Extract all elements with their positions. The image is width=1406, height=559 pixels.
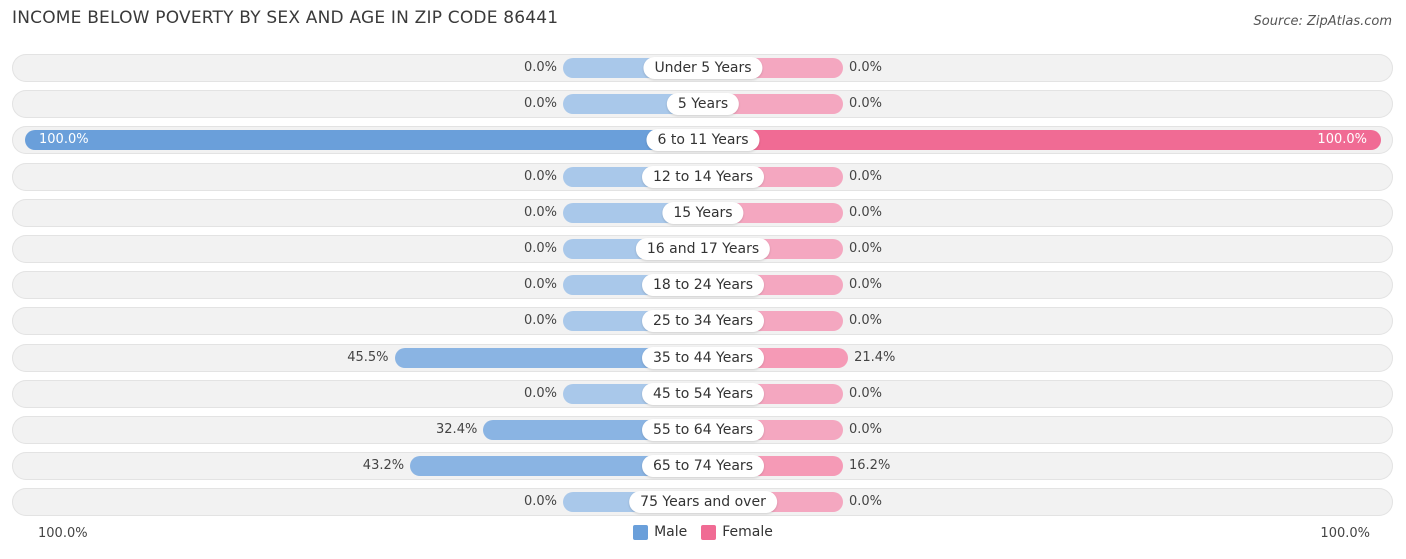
legend-item-male: Male [633, 524, 687, 540]
value-label-female: 0.0% [849, 494, 883, 510]
category-label: 25 to 34 Years [642, 310, 764, 333]
legend-label-male: Male [654, 524, 688, 540]
value-label-male: 0.0% [523, 277, 557, 293]
value-label-male: 0.0% [523, 241, 557, 256]
legend-swatch-female [701, 524, 717, 540]
value-label-male: 32.4% [436, 422, 478, 437]
value-label-male: 0.0% [523, 385, 557, 401]
category-label: 5 Years [666, 93, 740, 116]
value-label-female: 0.0% [849, 96, 883, 112]
value-label-male: 0.0% [523, 494, 557, 510]
value-label-male: 0.0% [523, 168, 557, 184]
legend-item-female: Female [701, 524, 773, 540]
category-label: Under 5 Years [643, 57, 763, 79]
bar-male [25, 130, 703, 151]
value-label-male: 0.0% [523, 313, 557, 329]
legend-label-female: Female [722, 524, 773, 540]
value-label-female: 0.0% [849, 277, 883, 293]
value-label-male: 0.0% [523, 204, 557, 220]
value-label-female: 0.0% [849, 241, 883, 256]
category-label: 75 Years and over [629, 491, 777, 514]
value-label-female: 0.0% [849, 168, 883, 184]
category-label: 55 to 64 Years [642, 419, 764, 441]
value-label-female: 0.0% [849, 313, 883, 329]
chart-title: INCOME BELOW POVERTY BY SEX AND AGE IN Z… [12, 8, 559, 28]
category-label: 65 to 74 Years [642, 455, 764, 478]
value-label-male: 0.0% [523, 60, 557, 75]
category-label: 15 Years [662, 201, 744, 224]
category-label: 45 to 54 Years [642, 382, 764, 405]
chart-root: INCOME BELOW POVERTY BY SEX AND AGE IN Z… [0, 0, 1406, 559]
value-label-female: 0.0% [849, 204, 883, 220]
value-label-male: 100.0% [39, 132, 89, 148]
value-label-male: 43.2% [362, 458, 405, 474]
legend-swatch-male [633, 524, 649, 540]
value-label-female: 0.0% [849, 385, 883, 401]
category-label: 16 and 17 Years [635, 238, 771, 260]
value-label-female: 21.4% [854, 349, 896, 365]
value-label-male: 45.5% [347, 349, 389, 365]
legend: Male Female [0, 524, 1406, 540]
value-label-female: 0.0% [849, 60, 883, 75]
value-label-female: 0.0% [849, 422, 883, 437]
value-label-female: 16.2% [849, 458, 891, 474]
category-label: 18 to 24 Years [642, 274, 764, 297]
category-label: 6 to 11 Years [646, 129, 760, 152]
value-label-female: 100.0% [1317, 132, 1367, 148]
category-label: 35 to 44 Years [642, 346, 764, 369]
bar-female [703, 130, 1381, 151]
value-label-male: 0.0% [523, 96, 557, 112]
chart-source: Source: ZipAtlas.com [1253, 14, 1392, 29]
category-label: 12 to 14 Years [642, 165, 764, 188]
